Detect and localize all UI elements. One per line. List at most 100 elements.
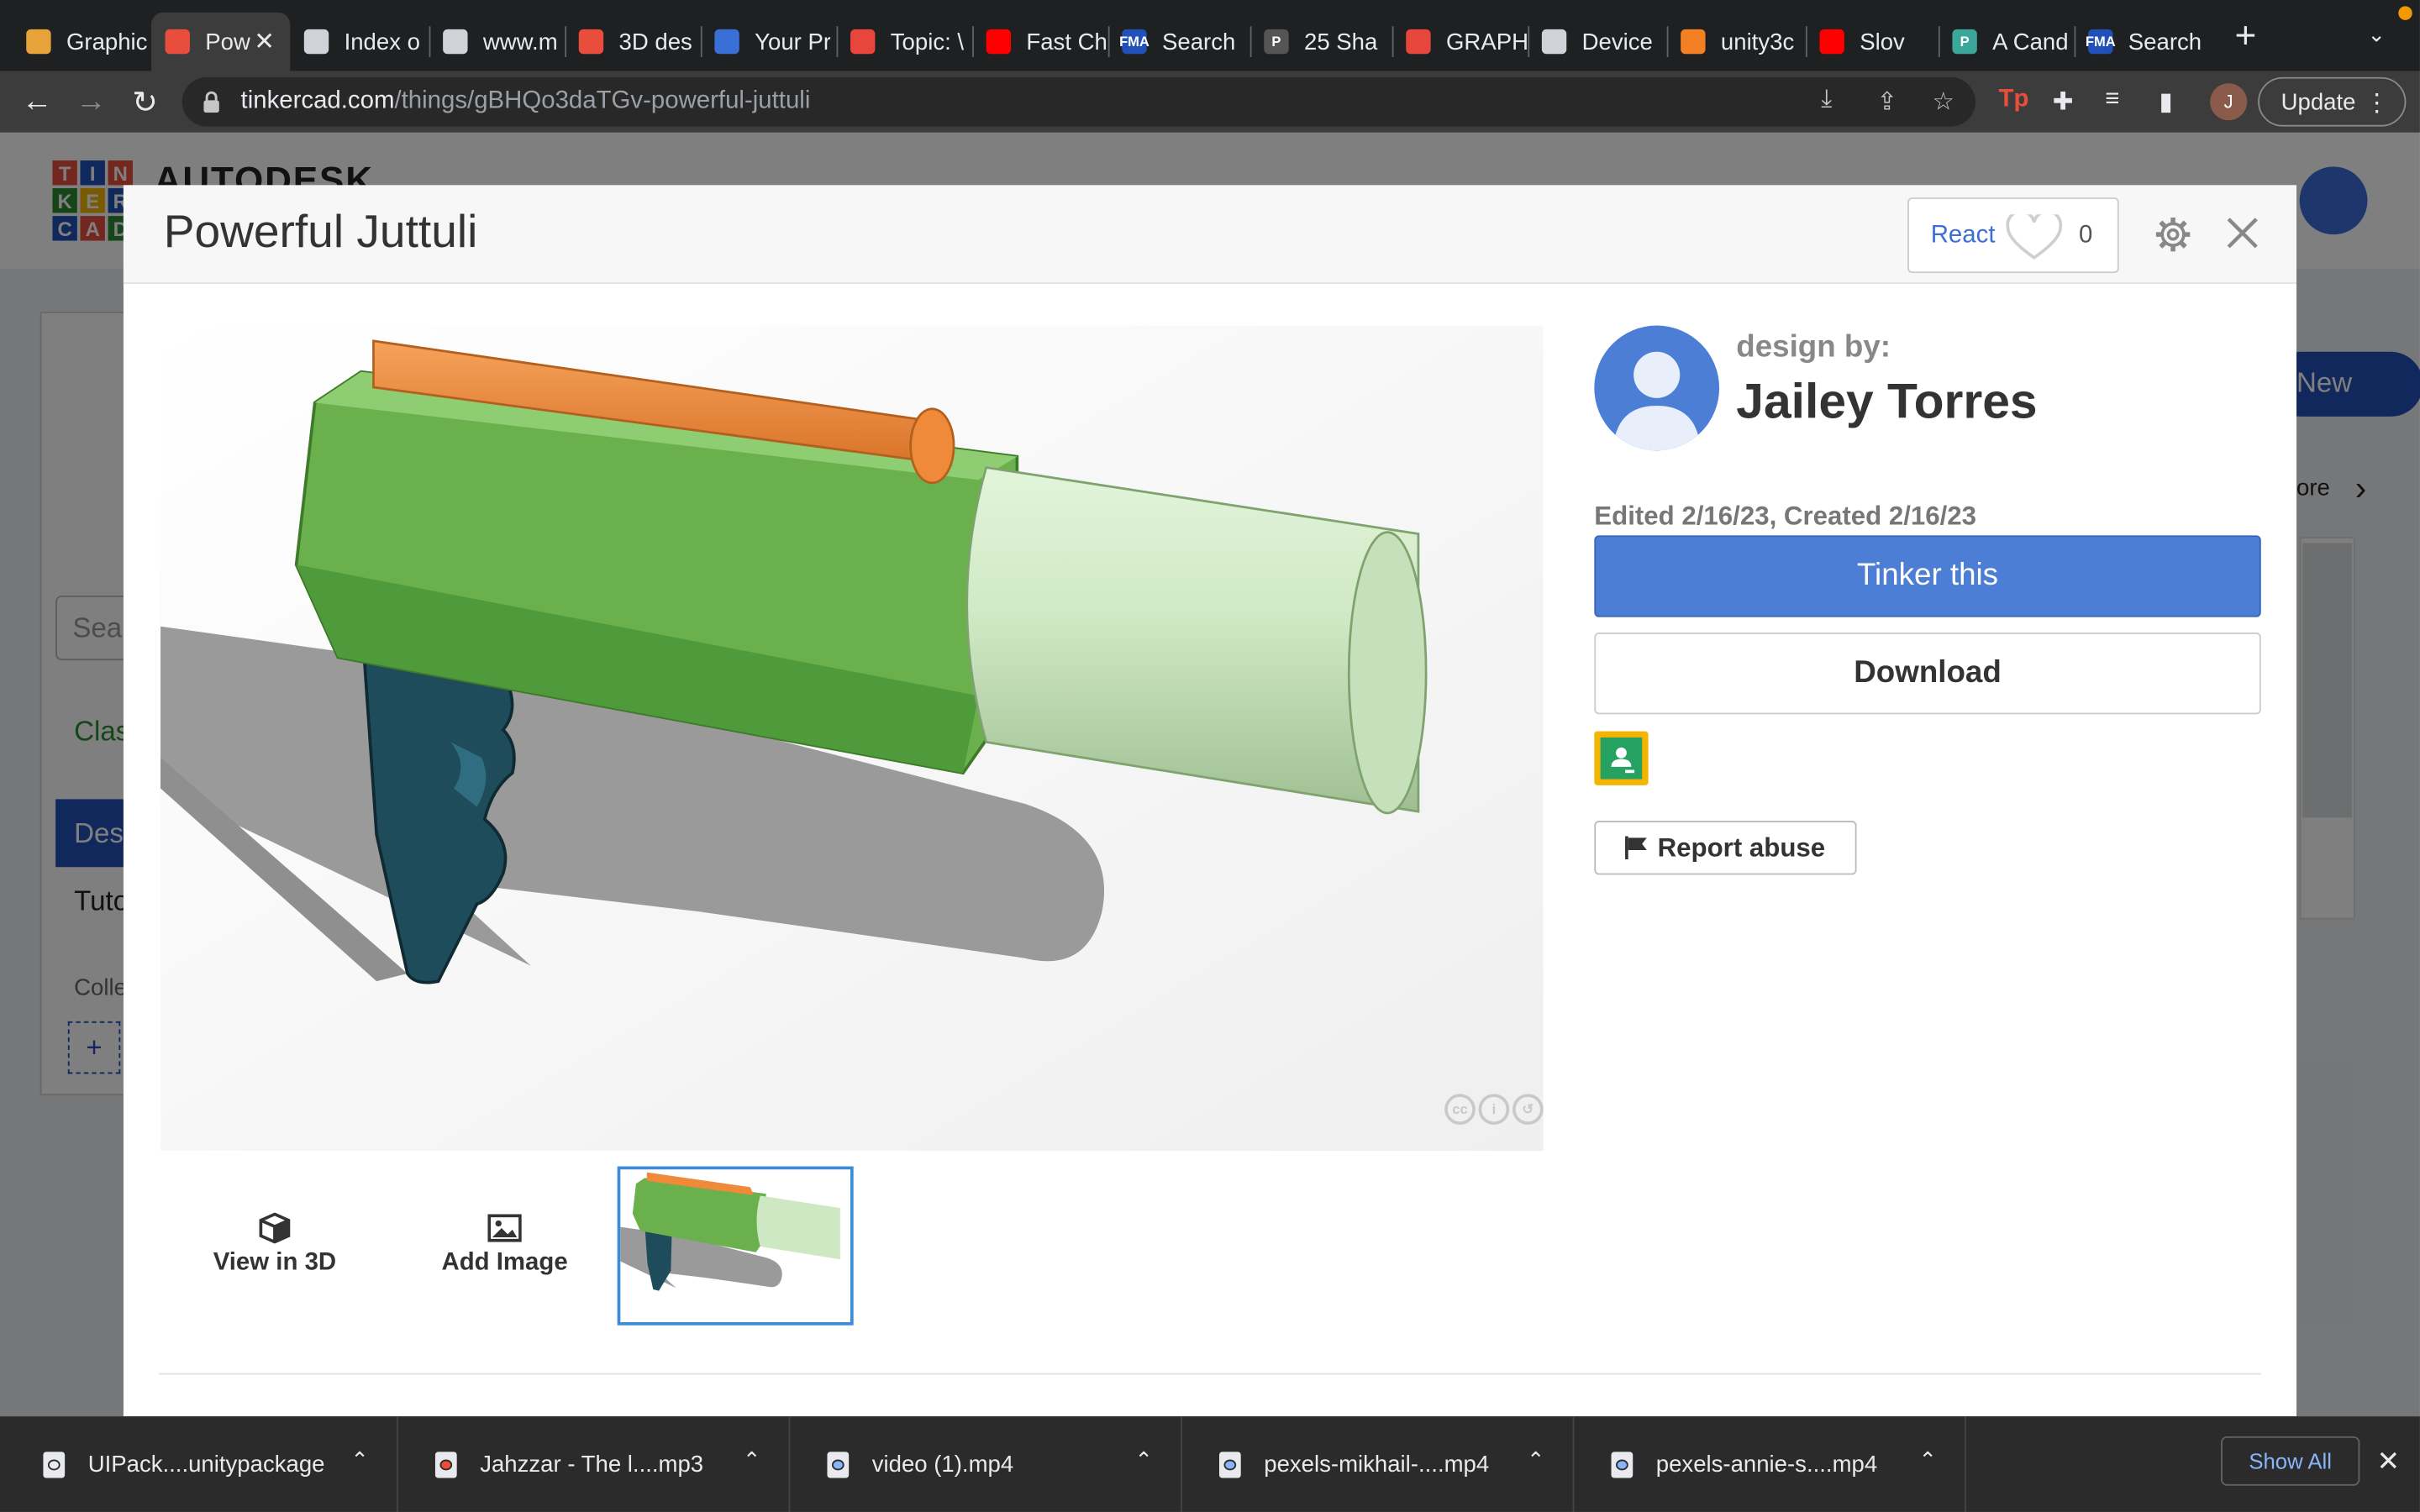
browser-tab[interactable]: 3D des <box>565 13 701 71</box>
forward-icon[interactable]: → <box>72 83 109 120</box>
view-in-3d-button[interactable]: View in 3D <box>182 1212 367 1278</box>
browser-tab[interactable]: Fast Ch <box>972 13 1108 71</box>
bookmark-star-icon[interactable]: ☆ <box>1933 87 1954 118</box>
browser-tab[interactable]: P A Cand <box>1939 13 2075 71</box>
gear-icon[interactable] <box>2154 216 2191 253</box>
download-item[interactable]: Jahzzar - The l....mp3 ⌃ <box>398 1416 791 1512</box>
chevron-up-icon[interactable]: ⌃ <box>350 1447 369 1473</box>
tinker-this-button[interactable]: Tinker this <box>1594 535 2261 617</box>
tab-title: www.m <box>482 28 558 55</box>
download-item[interactable]: pexels-annie-s....mp4 ⌃ <box>1574 1416 1966 1512</box>
flag-icon <box>1625 836 1647 860</box>
share-icon[interactable]: ⇪ <box>1876 87 1897 118</box>
back-icon[interactable]: ← <box>18 83 55 120</box>
browser-tab[interactable]: Slov <box>1806 13 1939 71</box>
url-host: tinkercad.com <box>240 87 395 114</box>
selected-thumbnail[interactable] <box>617 1166 854 1326</box>
modal-header: Powerful Juttuli React 0 <box>123 185 2297 284</box>
google-classroom-icon <box>1600 737 1643 780</box>
download-item[interactable]: video (1).mp4 ⌃ <box>790 1416 1182 1512</box>
view-in-3d-label: View in 3D <box>213 1249 337 1276</box>
show-all-downloads-button[interactable]: Show All <box>2221 1436 2360 1486</box>
design-modal: Powerful Juttuli React 0 cc i ↺ View in … <box>123 185 2297 1417</box>
tab-favicon-icon: FMA <box>1119 29 1150 55</box>
update-label: Update <box>2281 88 2356 115</box>
address-bar[interactable]: tinkercad.com/things/gBHQo3daTGv-powerfu… <box>182 76 1975 127</box>
creative-commons-icons: cc i ↺ <box>1444 1094 1544 1125</box>
author-name[interactable]: Jailey Torres <box>1736 373 2037 430</box>
user-silhouette-icon <box>1612 351 1702 451</box>
file-icon <box>434 1451 457 1478</box>
tab-favicon-icon <box>303 29 329 55</box>
close-icon[interactable] <box>2223 213 2263 253</box>
kebab-menu-icon[interactable]: ⋮ <box>2365 88 2389 119</box>
download-button[interactable]: Download <box>1594 633 2261 715</box>
design-image-viewer[interactable]: cc i ↺ <box>160 325 1544 1152</box>
chevron-up-icon[interactable]: ⌃ <box>1527 1447 1545 1473</box>
profile-avatar[interactable]: J <box>2210 83 2248 121</box>
add-image-button[interactable]: Add Image <box>412 1213 597 1278</box>
react-button[interactable]: React 0 <box>1907 197 2119 274</box>
tab-search-icon[interactable]: ⌄ <box>2367 22 2386 48</box>
browser-tab[interactable]: unity3c <box>1667 13 1806 71</box>
heart-icon[interactable] <box>2005 214 2064 260</box>
download-filename: pexels-mikhail-....mp4 <box>1264 1451 1490 1478</box>
download-filename: pexels-annie-s....mp4 <box>1655 1451 1878 1478</box>
install-icon[interactable]: ⤓ <box>1821 87 1832 114</box>
chevron-up-icon[interactable]: ⌃ <box>1919 1447 1938 1473</box>
tab-title: 3D des <box>618 28 692 55</box>
tab-title: GRAPH <box>1445 28 1528 55</box>
download-item[interactable]: pexels-mikhail-....mp4 ⌃ <box>1182 1416 1575 1512</box>
browser-tab[interactable]: Index o <box>290 13 429 71</box>
tab-favicon-icon <box>714 29 739 55</box>
update-button[interactable]: Update ⋮ <box>2258 76 2407 127</box>
chevron-up-icon[interactable]: ⌃ <box>743 1447 761 1473</box>
new-tab-button[interactable]: + <box>2235 18 2257 55</box>
tab-favicon-icon <box>850 29 876 55</box>
media-controls-icon[interactable]: ≡ <box>2105 87 2119 114</box>
tab-title: Search <box>1162 28 1236 55</box>
design-by-label: design by: <box>1736 330 1891 365</box>
report-abuse-button[interactable]: Report abuse <box>1594 821 1857 875</box>
browser-tab[interactable]: FMA Search <box>2075 13 2217 71</box>
tab-favicon-icon <box>1681 29 1706 55</box>
author-avatar[interactable] <box>1594 325 1720 451</box>
tab-title: A Cand <box>1992 28 2069 55</box>
browser-toolbar: ← → ↻ tinkercad.com/things/gBHQo3daTGv-p… <box>0 71 2420 133</box>
close-shelf-icon[interactable]: ✕ <box>2377 1446 2401 1478</box>
browser-tab[interactable]: Graphic <box>13 13 151 71</box>
reload-icon[interactable]: ↻ <box>127 83 164 120</box>
url-text[interactable]: tinkercad.com/things/gBHQo3daTGv-powerfu… <box>241 88 811 116</box>
browser-tab[interactable]: www.m <box>429 13 566 71</box>
browser-tab[interactable]: Pow ✕ <box>150 12 291 71</box>
modal-divider <box>159 1373 2261 1375</box>
tab-title: Slov <box>1860 28 1905 55</box>
tab-favicon-icon <box>1406 29 1431 55</box>
cc-license-icon: ↺ <box>1512 1094 1544 1125</box>
google-classroom-share-button[interactable] <box>1594 731 1649 785</box>
design-render <box>160 325 1544 1152</box>
lock-icon <box>203 91 219 113</box>
browser-tab[interactable]: FMA Search <box>1108 13 1250 71</box>
browser-tab[interactable]: GRAPH <box>1392 13 1528 71</box>
tab-title: Index o <box>344 28 420 55</box>
browser-tab[interactable]: Device <box>1528 13 1666 71</box>
extensions-puzzle-icon[interactable]: ✚ <box>2053 87 2074 118</box>
react-label: React <box>1930 222 1996 249</box>
browser-tab[interactable]: Topic: \ <box>836 13 972 71</box>
file-icon <box>827 1451 850 1478</box>
add-image-label: Add Image <box>441 1249 568 1276</box>
browser-tab[interactable]: P 25 Sha <box>1250 13 1392 71</box>
browser-tab[interactable]: Your Pr <box>701 13 837 71</box>
design-title: Powerful Juttuli <box>163 207 478 258</box>
report-abuse-label: Report abuse <box>1657 832 1826 862</box>
extension-tp-icon[interactable]: Tp <box>1999 87 2029 114</box>
chevron-up-icon[interactable]: ⌃ <box>1134 1447 1153 1473</box>
design-dates: Edited 2/16/23, Created 2/16/23 <box>1594 501 1977 531</box>
tab-favicon-icon <box>443 29 468 55</box>
download-shelf: UIPack....unitypackage ⌃ Jahzzar - The l..… <box>0 1416 2420 1512</box>
download-filename: video (1).mp4 <box>871 1451 1014 1478</box>
tab-close-icon[interactable]: ✕ <box>254 26 290 57</box>
download-item[interactable]: UIPack....unitypackage ⌃ <box>6 1416 398 1512</box>
side-panel-icon[interactable]: ▮ <box>2160 87 2173 118</box>
